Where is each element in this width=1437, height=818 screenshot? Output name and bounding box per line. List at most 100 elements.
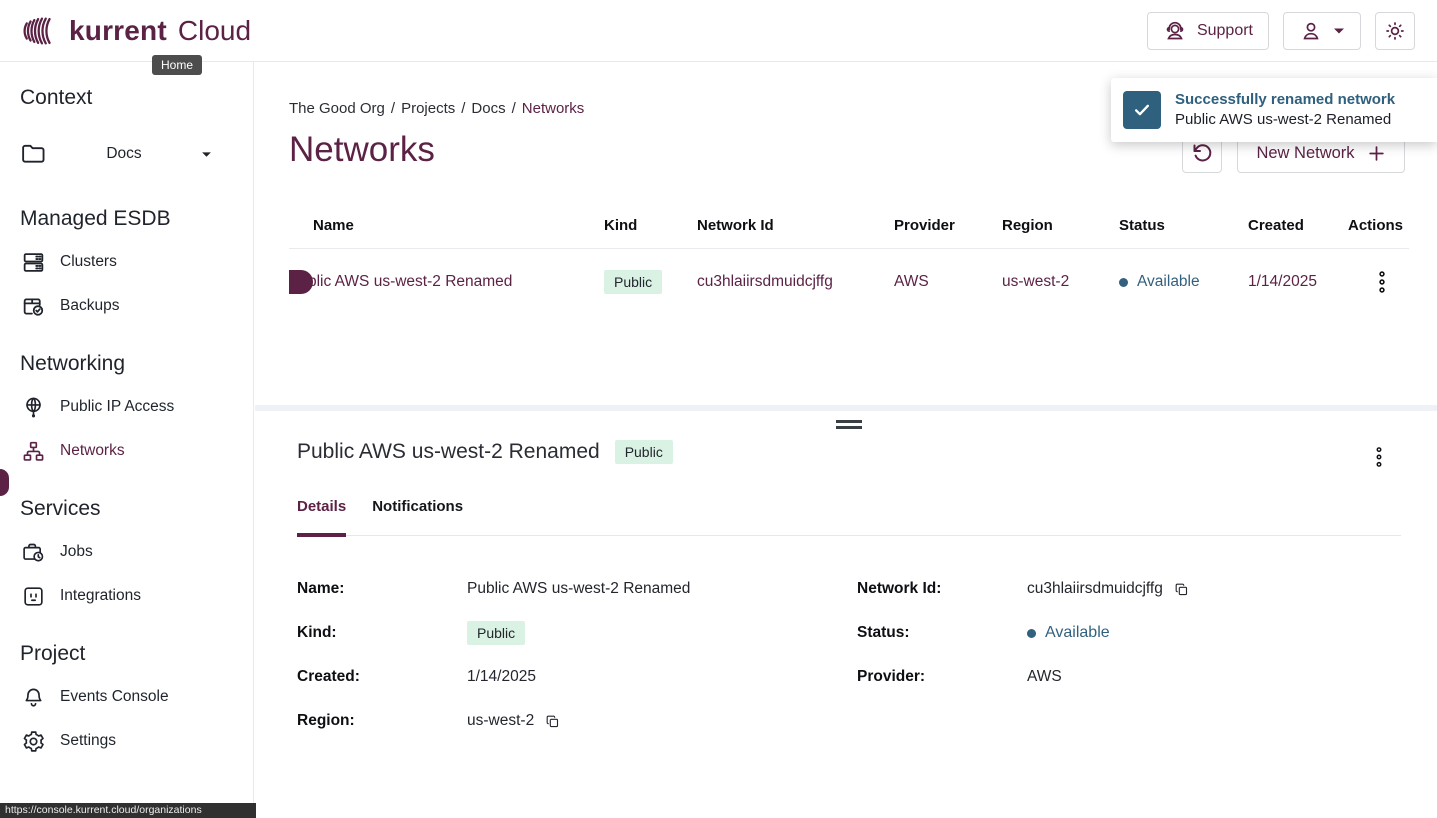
copy-region-icon[interactable] xyxy=(543,712,562,731)
column-header-name: Name xyxy=(289,217,604,234)
refresh-icon xyxy=(1190,141,1214,165)
sidebar-item-clusters[interactable]: Clusters xyxy=(20,249,233,275)
sidebar: Context Docs Managed ESDB Clusters xyxy=(0,62,254,818)
sidebar-item-integrations[interactable]: Integrations xyxy=(20,583,233,609)
sun-icon xyxy=(1383,19,1407,43)
cell-network-id: cu3hlaiirsdmuidcjffg xyxy=(697,273,894,291)
home-tooltip: Home xyxy=(152,55,202,75)
network-tree-icon xyxy=(20,439,46,464)
gear-icon xyxy=(20,729,46,754)
logo-wordmark: kurrent xyxy=(69,15,167,47)
sidebar-item-label: Settings xyxy=(60,732,116,750)
context-selector-docs[interactable]: Docs xyxy=(20,134,212,174)
networks-table: Name Kind Network Id Provider Region Sta… xyxy=(289,203,1409,315)
sidebar-item-label: Integrations xyxy=(60,587,141,605)
copy-network-id-icon[interactable] xyxy=(1172,580,1191,599)
theme-toggle-button[interactable] xyxy=(1375,12,1415,50)
sidebar-heading-managed-esdb: Managed ESDB xyxy=(20,207,233,231)
status-dot-icon xyxy=(1119,278,1128,287)
detail-fields-right: Network Id: cu3hlaiirsdmuidcjffg Status:… xyxy=(857,567,1191,699)
sidebar-item-events-console[interactable]: Events Console xyxy=(20,684,233,710)
status-label: Available xyxy=(1137,273,1200,291)
tab-notifications[interactable]: Notifications xyxy=(372,498,463,535)
sidebar-item-backups[interactable]: Backups xyxy=(20,293,233,319)
bell-icon xyxy=(20,685,46,710)
user-icon xyxy=(1299,19,1323,43)
kind-badge: Public xyxy=(604,270,662,294)
column-header-network-id: Network Id xyxy=(697,217,894,234)
table-row[interactable]: Public AWS us-west-2 Renamed Public cu3h… xyxy=(289,249,1409,315)
sidebar-item-label: Clusters xyxy=(60,253,117,271)
breadcrumb-separator: / xyxy=(512,100,516,117)
cell-created: 1/14/2025 xyxy=(1248,273,1348,291)
field-value-created: 1/14/2025 xyxy=(467,655,690,699)
detail-title: Public AWS us-west-2 Renamed xyxy=(297,440,600,464)
sidebar-heading-networking: Networking xyxy=(20,352,233,376)
breadcrumb-separator: / xyxy=(461,100,465,117)
cell-status: Available xyxy=(1119,273,1248,291)
detail-tabs: Details Notifications xyxy=(297,498,1401,536)
support-label: Support xyxy=(1197,22,1253,40)
field-value-provider: AWS xyxy=(1027,655,1191,699)
breadcrumb-org[interactable]: The Good Org xyxy=(289,100,385,117)
cell-provider: AWS xyxy=(894,273,1002,291)
status-label: Available xyxy=(1045,624,1110,642)
page-title: Networks xyxy=(289,130,435,170)
sidebar-item-networks[interactable]: Networks xyxy=(20,438,233,464)
sidebar-item-label: Public IP Access xyxy=(60,398,174,416)
logo-suffix: Cloud xyxy=(178,15,251,47)
field-value-status: Available xyxy=(1027,611,1191,655)
plus-icon xyxy=(1367,144,1386,163)
sidebar-heading-context: Context xyxy=(20,86,233,110)
tab-details[interactable]: Details xyxy=(297,498,346,535)
sidebar-item-label: Events Console xyxy=(60,688,169,706)
cell-name: Public AWS us-west-2 Renamed xyxy=(289,273,604,291)
panel-drag-handle[interactable] xyxy=(836,420,862,432)
check-icon xyxy=(1123,91,1161,129)
sidebar-item-jobs[interactable]: Jobs xyxy=(20,539,233,565)
cell-region: us-west-2 xyxy=(1002,273,1119,291)
new-network-label: New Network xyxy=(1256,144,1354,163)
user-menu-button[interactable] xyxy=(1283,12,1361,50)
kurrent-cloud-logo[interactable]: kurrent Cloud xyxy=(22,12,251,50)
detail-fields-left: Name: Public AWS us-west-2 Renamed Kind:… xyxy=(297,567,690,743)
main-content: The Good Org / Projects / Docs / Networks Netw… xyxy=(255,62,1437,818)
clusters-icon xyxy=(20,250,46,275)
field-label-provider: Provider: xyxy=(857,655,1027,699)
sidebar-item-label: Jobs xyxy=(60,543,93,561)
sidebar-item-public-ip-access[interactable]: Public IP Access xyxy=(20,394,233,420)
folder-icon xyxy=(20,142,47,166)
toast-message: Public AWS us-west-2 Renamed xyxy=(1175,110,1395,130)
globe-icon xyxy=(20,395,46,420)
waves-logo-icon xyxy=(22,12,60,50)
field-kind-badge: Public xyxy=(467,621,525,645)
detail-actions-kebab-icon[interactable] xyxy=(1371,442,1387,472)
breadcrumb-separator: / xyxy=(391,100,395,117)
breadcrumb: The Good Org/Projects/Docs/Networks xyxy=(289,100,584,117)
sidebar-item-label: Backups xyxy=(60,297,119,315)
field-label-kind: Kind: xyxy=(297,611,467,655)
context-selector-label: Docs xyxy=(47,145,201,163)
toast-notification: Successfully renamed network Public AWS … xyxy=(1111,78,1437,142)
field-value-network-id: cu3hlaiirsdmuidcjffg xyxy=(1027,580,1163,598)
caret-down-icon xyxy=(1333,27,1345,35)
sidebar-heading-project: Project xyxy=(20,642,233,666)
column-header-status: Status xyxy=(1119,217,1248,234)
column-header-created: Created xyxy=(1248,217,1348,234)
backups-icon xyxy=(20,294,46,319)
sidebar-item-settings[interactable]: Settings xyxy=(20,728,233,754)
row-actions-kebab-icon[interactable] xyxy=(1374,266,1390,298)
field-label-created: Created: xyxy=(297,655,467,699)
support-button[interactable]: Support xyxy=(1147,12,1269,50)
toast-title: Successfully renamed network xyxy=(1175,90,1395,110)
column-header-kind: Kind xyxy=(604,217,697,234)
caret-down-icon xyxy=(201,151,212,158)
column-header-provider: Provider xyxy=(894,217,1002,234)
sidebar-item-label: Networks xyxy=(60,442,125,460)
field-label-network-id: Network Id: xyxy=(857,567,1027,611)
breadcrumb-projects[interactable]: Projects xyxy=(401,100,455,117)
breadcrumb-docs[interactable]: Docs xyxy=(471,100,505,117)
field-label-region: Region: xyxy=(297,699,467,743)
headset-icon xyxy=(1163,19,1187,43)
field-value-region: us-west-2 xyxy=(467,712,534,730)
